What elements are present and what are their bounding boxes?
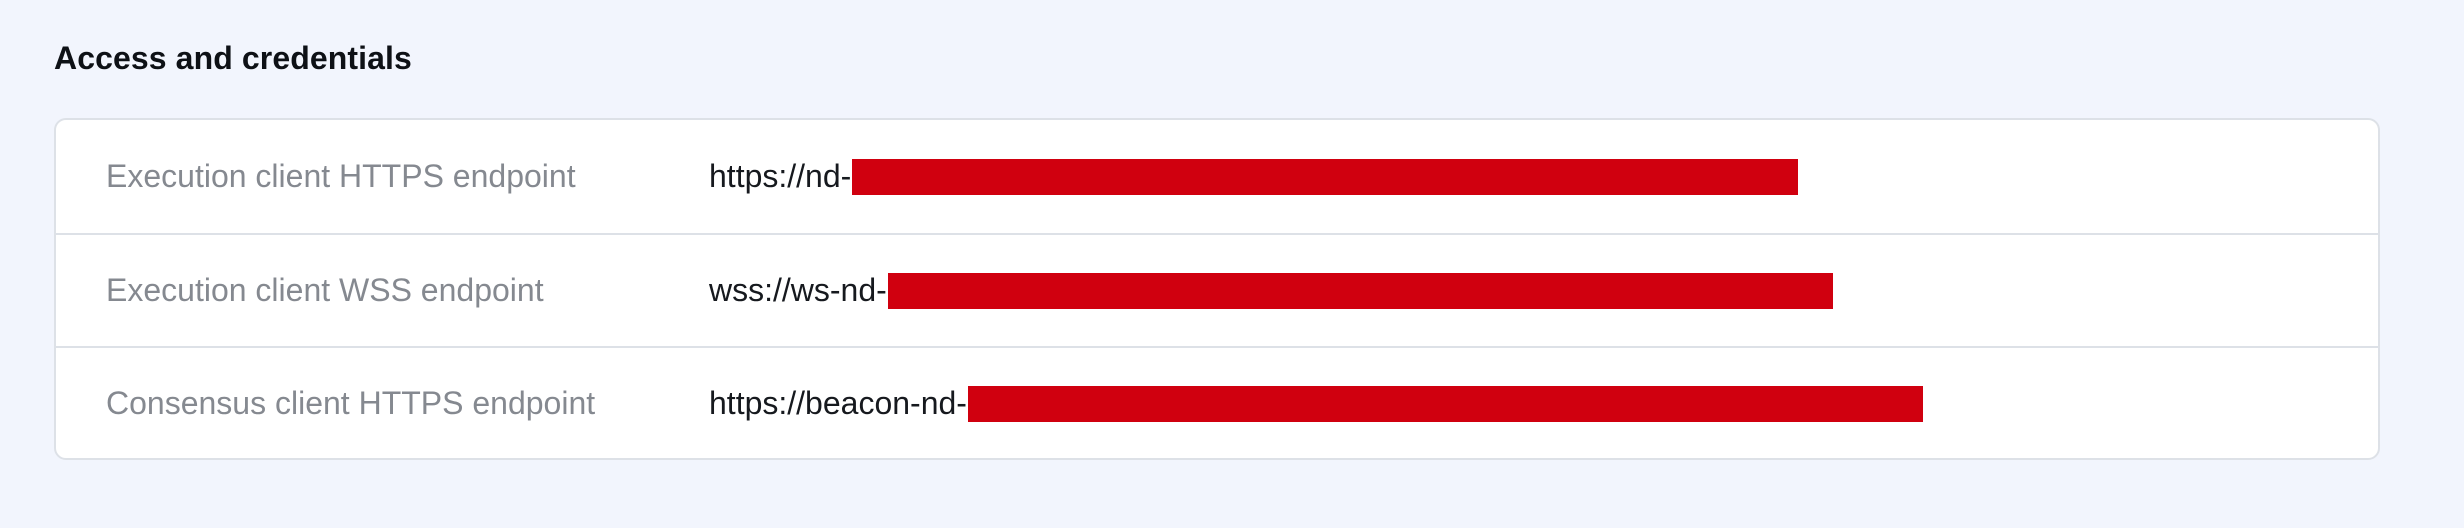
credential-row-execution-https: Execution client HTTPS endpoint https://… [56,120,2378,233]
execution-wss-endpoint-value[interactable]: wss://ws-nd- [709,272,1833,309]
credential-row-consensus-https: Consensus client HTTPS endpoint https://… [56,346,2378,458]
consensus-https-endpoint-value[interactable]: https://beacon-nd- [709,385,1923,422]
redaction-bar [967,385,1923,422]
section-title: Access and credentials [54,40,412,76]
execution-wss-endpoint-text[interactable]: wss://ws-nd- [709,272,887,309]
execution-https-endpoint-label: Execution client HTTPS endpoint [106,158,576,194]
execution-https-endpoint-value[interactable]: https://nd- [709,158,1799,195]
execution-wss-endpoint-label: Execution client WSS endpoint [106,272,544,308]
redaction-bar [852,158,1799,195]
consensus-https-endpoint-text[interactable]: https://beacon-nd- [709,385,967,422]
redaction-bar [887,272,1833,309]
credential-row-execution-wss: Execution client WSS endpoint wss://ws-n… [56,233,2378,346]
execution-https-endpoint-text[interactable]: https://nd- [709,158,851,195]
credentials-card: Execution client HTTPS endpoint https://… [54,118,2380,460]
consensus-https-endpoint-label: Consensus client HTTPS endpoint [106,385,596,421]
